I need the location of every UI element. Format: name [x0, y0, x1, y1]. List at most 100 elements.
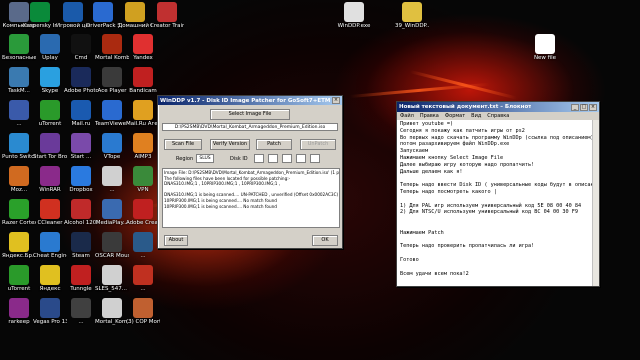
desktop-icon[interactable]: MediaPlay... [95, 199, 129, 226]
app-icon [102, 133, 122, 153]
text-line: Теперь надо проверить пропатчилась ли иг… [400, 243, 535, 250]
desktop-icon[interactable]: Vegas Pro 13.0 (64-bit) [33, 298, 67, 325]
desktop-icon[interactable]: Яндекс [33, 265, 67, 292]
desktop-icon[interactable]: Skype [33, 67, 67, 94]
desktop-icon[interactable]: Razer Cortex [2, 199, 36, 226]
desktop-icon[interactable]: OSCAR Mouse Script Editor [95, 232, 129, 259]
app-icon [40, 133, 60, 153]
disk-id-byte-1[interactable] [254, 154, 264, 163]
app-icon [102, 34, 122, 54]
desktop-icon-label: Домашний медиа-серв... [118, 23, 152, 29]
text-line: Далее выбираю игру которую надо пропатчи… [400, 161, 535, 168]
desktop-icon[interactable]: Adobe Photosh... [64, 67, 98, 94]
desktop-icon[interactable]: VPN [126, 166, 160, 193]
log-textarea[interactable]: Image File: D:\PS2SMB\DVD\Mortal_Kombat_… [162, 168, 340, 228]
desktop-icon[interactable]: VTope [95, 133, 129, 160]
desktop-icon-label: Razer Cortex [2, 220, 36, 226]
scan-file-button[interactable]: Scan File [164, 139, 202, 150]
maximize-icon[interactable]: □ [580, 103, 588, 111]
desktop-icon[interactable]: uTorrent [33, 100, 67, 127]
desktop-icon[interactable]: Mail.ru [64, 100, 98, 127]
patch-button[interactable]: Patch [256, 139, 292, 150]
desktop-icon[interactable]: Bandicam [126, 67, 160, 94]
desktop-icon[interactable]: CCleaner [33, 199, 67, 226]
app-icon [71, 232, 91, 252]
unpatch-button[interactable]: UnPatch [300, 139, 336, 150]
desktop-icon[interactable]: TaskM... [2, 67, 36, 94]
vertical-scrollbar[interactable] [592, 120, 599, 286]
app-icon [402, 2, 422, 22]
desktop-icon[interactable]: Dropbox [64, 166, 98, 193]
desktop-icon[interactable]: Alcohol 120% [64, 199, 98, 226]
menu-item[interactable]: Справка [487, 112, 509, 120]
desktop-icon[interactable]: Игровой центр ... [56, 2, 90, 29]
desktop-icon[interactable]: Безопасные платежи [2, 34, 36, 61]
disk-id-byte-5[interactable] [310, 154, 320, 163]
desktop-icon[interactable]: ... [64, 298, 98, 325]
disk-id-byte-3[interactable] [282, 154, 292, 163]
menu-item[interactable]: Формат [445, 112, 465, 120]
desktop-icon[interactable]: ... [126, 265, 160, 292]
verify-version-button[interactable]: Verify Version [210, 139, 250, 150]
desktop-icon[interactable]: Start Tor Browser [33, 133, 67, 160]
desktop-icon[interactable]: SLES_547... man 3.0... [95, 265, 129, 292]
notepad-text-area[interactable]: Привет youtube =) Сегодня я покажу как па… [397, 120, 599, 286]
text-line [400, 237, 596, 244]
desktop-icon[interactable]: ... [95, 166, 129, 193]
desktop-icon[interactable]: rarkeep [2, 298, 36, 325]
menu-item[interactable]: Вид [471, 112, 481, 120]
image-path-field[interactable]: D:\PS2SMB\DVD\Mortal_Kombat_Armageddon_P… [162, 123, 338, 131]
disk-id-byte-2[interactable] [268, 154, 278, 163]
desktop-icon-label: Kaspersky Internet ... [23, 23, 57, 29]
desktop-icon[interactable]: Kaspersky Internet ... [23, 2, 57, 29]
desktop-icon[interactable]: uTorrent [2, 265, 36, 292]
desktop-icon-label: TeamViewer 10 [95, 121, 129, 127]
desktop-icon[interactable]: Cmd [64, 34, 98, 61]
about-button[interactable]: About [164, 235, 188, 246]
desktop-icon[interactable]: AIMP3 [126, 133, 160, 160]
app-icon [63, 2, 83, 22]
desktop-icon[interactable]: Moz... [2, 166, 36, 193]
desktop-icon[interactable]: Steam [64, 232, 98, 259]
desktop-icon[interactable]: WinRAR [33, 166, 67, 193]
region-label: Region [176, 156, 194, 162]
desktop-icon[interactable]: Cheat Engine [33, 232, 67, 259]
desktop-icon[interactable]: New file [528, 34, 562, 61]
desktop-icon-label: Steam [72, 253, 90, 259]
winddp-titlebar[interactable]: WinDDP v1.7 - Disk ID Image Patcher for … [158, 96, 342, 105]
desktop-icon[interactable]: Tunngle [64, 265, 98, 292]
desktop-icon[interactable]: TeamViewer 10 [95, 100, 129, 127]
desktop-icon[interactable]: Adobe Creative Cloud [126, 199, 160, 226]
close-icon[interactable]: × [332, 97, 340, 104]
desktop-icon[interactable]: DriverPack Solution [86, 2, 120, 29]
notepad-titlebar[interactable]: Новый текстовый документ.txt – Блокнот _… [397, 102, 599, 112]
disk-id-byte-4[interactable] [296, 154, 306, 163]
desktop-icon[interactable]: WinDDP.exe [337, 2, 371, 29]
desktop-icon[interactable]: Mortal_Kom... [95, 298, 129, 325]
desktop-icon[interactable]: Start ... [64, 133, 98, 160]
ok-button[interactable]: OK [312, 235, 338, 246]
app-icon [40, 199, 60, 219]
desktop-icon[interactable]: Uplay [33, 34, 67, 61]
desktop-icon[interactable]: Yandex [126, 34, 160, 61]
desktop-icon[interactable]: Яндекс.Бр... [2, 232, 36, 259]
menu-item[interactable]: Файл [400, 112, 414, 120]
select-image-button[interactable]: Select Image File [210, 109, 290, 120]
desktop-icon[interactable]: ... [126, 232, 160, 259]
desktop-icon[interactable]: Punto Switcher [2, 133, 36, 160]
app-icon [71, 166, 91, 186]
desktop-icon[interactable]: Mortal Kombat Armag... [95, 34, 129, 61]
text-line: Сегодня я покажу как патчить игры от ps2 [400, 127, 525, 134]
minimize-icon[interactable]: _ [571, 103, 579, 111]
desktop-icon[interactable]: Mail.Ru Агент [126, 100, 160, 127]
desktop-icon[interactable]: ... [2, 100, 36, 127]
region-field[interactable]: SLUS [196, 154, 214, 163]
close-icon[interactable]: × [589, 103, 597, 111]
desktop-icon[interactable]: 39_WinDDP... [395, 2, 429, 29]
winddp-window: WinDDP v1.7 - Disk ID Image Patcher for … [157, 95, 343, 249]
desktop-icon[interactable]: Домашний медиа-серв... [118, 2, 152, 29]
desktop-icon[interactable]: (3) COP Mortal_Kom... [126, 298, 160, 325]
desktop-icon[interactable]: Ace Player [95, 67, 129, 94]
menu-item[interactable]: Правка [420, 112, 439, 120]
desktop-icon[interactable]: Creator Trainer Studio [150, 2, 184, 29]
